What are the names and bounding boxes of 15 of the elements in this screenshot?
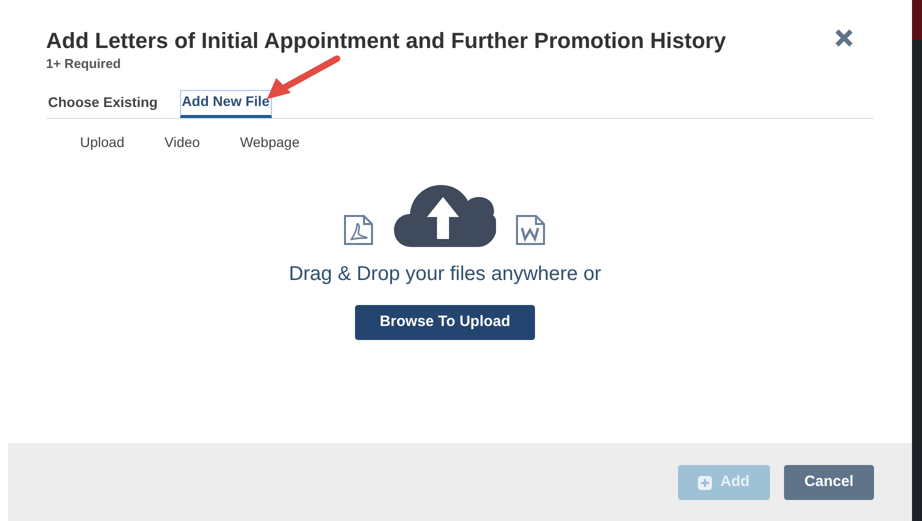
tab[interactable]: Choose Existing — [46, 90, 160, 118]
pdf-file-icon — [342, 212, 376, 246]
dialog-title: Add Letters of Initial Appointment and Further Promotion History — [46, 30, 726, 51]
source-tab[interactable]: Webpage — [240, 132, 300, 152]
close-button[interactable] — [834, 28, 854, 48]
word-file-icon — [514, 212, 548, 246]
cancel-button[interactable]: Cancel — [784, 465, 874, 500]
source-tab[interactable]: Upload — [80, 132, 124, 152]
required-note: 1+ Required — [46, 55, 121, 73]
plus-square-icon — [698, 476, 712, 490]
close-icon — [834, 28, 854, 48]
browse-button[interactable]: Browse To Upload — [355, 304, 535, 340]
cloud-upload-icon — [394, 184, 496, 246]
drop-prompt: Drag & Drop your files anywhere or — [288, 262, 602, 286]
source-tab[interactable]: Video — [164, 132, 200, 152]
